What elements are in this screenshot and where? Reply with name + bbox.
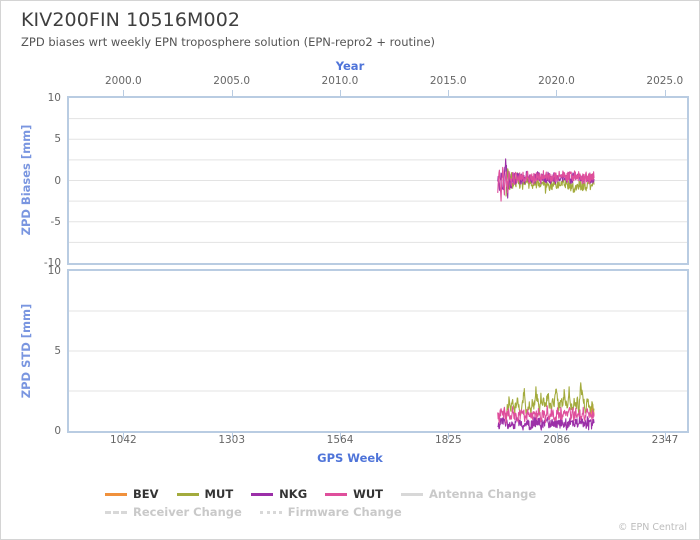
legend-item-firmware-change[interactable]: Firmware Change bbox=[259, 505, 402, 519]
page-title: KIV200FIN 10516M002 bbox=[21, 9, 241, 31]
year-tick-label: 2000.0 bbox=[104, 75, 142, 87]
legend-label: MUT bbox=[204, 487, 234, 501]
legend-item-nkg[interactable]: NKG bbox=[251, 487, 307, 501]
bottom-axis-title: GPS Week bbox=[317, 451, 383, 465]
zpd-biases-plot bbox=[67, 96, 689, 265]
top-axis-title: Year bbox=[335, 59, 365, 73]
legend-swatch-nkg-icon bbox=[251, 492, 274, 496]
legend-label: Receiver Change bbox=[133, 505, 242, 519]
legend-swatch-bev-icon bbox=[105, 492, 127, 496]
copyright-notice: © EPN Central bbox=[618, 522, 687, 533]
zpd-biases-y-tick-label: 10 bbox=[47, 92, 61, 104]
zpd-biases-y-tick-label: 0 bbox=[54, 174, 61, 187]
page-subtitle: ZPD biases wrt weekly EPN troposphere so… bbox=[21, 35, 436, 49]
year-tick-label: 2010.0 bbox=[321, 75, 359, 87]
legend-item-wut[interactable]: WUT bbox=[325, 487, 383, 501]
zpd-biases-canvas bbox=[69, 118, 687, 243]
legend-item-antenna-change[interactable]: Antenna Change bbox=[401, 487, 536, 501]
legend-item-mut[interactable]: MUT bbox=[176, 487, 234, 501]
legend-swatch-antenna-change-icon bbox=[401, 492, 424, 496]
year-tick-label: 2020.0 bbox=[538, 75, 575, 87]
tick-mark bbox=[232, 432, 233, 439]
tick-mark bbox=[448, 432, 449, 439]
legend-items: BEV MUT NKG WUT Antenna Change Receiver Chang… bbox=[105, 487, 685, 523]
zpd-biases-y-tick-label: -5 bbox=[50, 215, 61, 228]
year-tick-label: 2025.0 bbox=[646, 75, 684, 87]
legend-label: BEV bbox=[133, 487, 159, 501]
zpd-std-y-tick-label: 10 bbox=[47, 265, 61, 277]
legend-label: WUT bbox=[353, 487, 384, 501]
legend-label: Firmware Change bbox=[287, 505, 402, 519]
tick-mark bbox=[123, 432, 124, 439]
zpd-std-y-tick-label: 5 bbox=[54, 345, 61, 357]
zpd-std-canvas bbox=[69, 310, 687, 431]
tick-mark bbox=[665, 432, 666, 439]
legend-swatch-wut-icon bbox=[325, 492, 348, 496]
zpd-biases-y-tick-label: 5 bbox=[54, 133, 61, 146]
tick-mark bbox=[340, 432, 341, 439]
year-tick-label: 2015.0 bbox=[429, 75, 467, 87]
chart-page: KIV200FIN 10516M002 ZPD biases wrt weekl… bbox=[0, 0, 700, 540]
legend-item-bev[interactable]: BEV bbox=[105, 487, 159, 501]
year-tick-label: 2005.0 bbox=[213, 75, 251, 87]
legend-item-receiver-change[interactable]: Receiver Change bbox=[105, 505, 242, 519]
legend-label: Antenna Change bbox=[429, 487, 537, 501]
legend-label: NKG bbox=[279, 487, 308, 501]
legend-swatch-mut-icon bbox=[176, 492, 199, 496]
tick-mark bbox=[557, 432, 558, 439]
legend-swatch-firmware-change-icon bbox=[259, 510, 282, 514]
chart-legend: BEV MUT NKG WUT Antenna Change Receiver Chang… bbox=[105, 487, 685, 523]
zpd-std-y-tick-label: 0 bbox=[54, 425, 61, 437]
legend-swatch-receiver-change-icon bbox=[105, 510, 127, 514]
zpd-std-plot bbox=[67, 269, 689, 433]
